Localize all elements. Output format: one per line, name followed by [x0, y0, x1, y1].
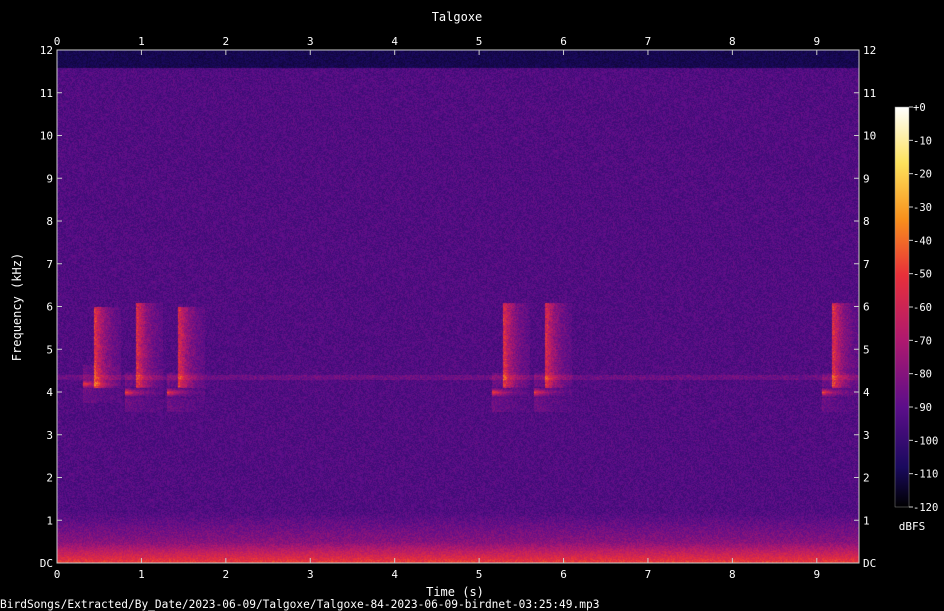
colorbar-tick-label: -110 — [913, 469, 938, 481]
y-tick-label-right: 4 — [863, 386, 870, 399]
colorbar-tick-label: -10 — [913, 135, 932, 147]
x-tick-label-top: 4 — [391, 35, 398, 48]
y-tick-label-left: 6 — [46, 301, 53, 314]
y-tick-label-left: 9 — [46, 172, 53, 185]
x-tick-label-bottom: 7 — [645, 568, 652, 581]
colorbar-tick-label: +0 — [913, 102, 926, 114]
y-tick-label-left: 12 — [40, 44, 53, 57]
colorbar-tick-label: -60 — [913, 302, 932, 314]
y-tick-label-left: 8 — [46, 215, 53, 228]
spectrogram-plot-area — [57, 50, 859, 563]
colorbar-tick-label: -30 — [913, 202, 932, 214]
file-path: BirdSongs/Extracted/By_Date/2023-06-09/T… — [0, 598, 599, 611]
x-tick-label-top: 9 — [813, 35, 820, 48]
y-tick-label-left: 4 — [46, 386, 53, 399]
x-axis-label: Time (s) — [426, 585, 484, 599]
y-tick-label-right: 3 — [863, 429, 870, 442]
x-tick-label-bottom: 8 — [729, 568, 736, 581]
colorbar-tick-label: -80 — [913, 369, 932, 381]
y-tick-label-right: 9 — [863, 172, 870, 185]
y-tick-label-right: 1 — [863, 514, 870, 527]
colorbar-label: dBFS — [899, 520, 926, 533]
y-tick-label-left: 11 — [40, 87, 53, 100]
y-tick-label-left: 7 — [46, 258, 53, 271]
chart-title: Talgoxe — [432, 10, 483, 24]
colorbar-tick-label: -120 — [913, 502, 938, 514]
x-tick-label-bottom: 5 — [476, 568, 483, 581]
y-tick-label-left: 10 — [40, 130, 53, 143]
colorbar-tick-label: -70 — [913, 335, 932, 347]
y-tick-label-right: 2 — [863, 472, 870, 485]
y-tick-label-right: 12 — [863, 44, 876, 57]
colorbar-tick-label: -40 — [913, 235, 932, 247]
y-tick-label-left: DC — [40, 557, 53, 570]
x-tick-label-top: 0 — [54, 35, 61, 48]
y-tick-label-right: 10 — [863, 130, 876, 143]
colorbar-tick-label: -90 — [913, 402, 932, 414]
spectrogram-figure: Talgoxe 00112233445566778899DC DC1 12 23 34 4… — [0, 0, 944, 611]
colorbar — [894, 106, 910, 508]
x-tick-label-bottom: 3 — [307, 568, 314, 581]
x-tick-label-top: 6 — [560, 35, 567, 48]
x-tick-label-top: 8 — [729, 35, 736, 48]
x-tick-label-bottom: 2 — [223, 568, 230, 581]
x-tick-label-bottom: 1 — [138, 568, 145, 581]
y-tick-label-right: DC — [863, 557, 876, 570]
x-tick-label-bottom: 0 — [54, 568, 61, 581]
x-tick-label-top: 2 — [223, 35, 230, 48]
colorbar-tick-label: -20 — [913, 169, 932, 181]
y-tick-label-left: 3 — [46, 429, 53, 442]
y-tick-label-right: 5 — [863, 343, 870, 356]
x-tick-label-bottom: 9 — [813, 568, 820, 581]
x-tick-label-top: 3 — [307, 35, 314, 48]
colorbar-tick-label: -100 — [913, 435, 938, 447]
x-tick-label-top: 1 — [138, 35, 145, 48]
x-tick-label-bottom: 4 — [391, 568, 398, 581]
y-tick-label-right: 11 — [863, 87, 876, 100]
colorbar-tick-label: -50 — [913, 269, 932, 281]
x-tick-label-bottom: 6 — [560, 568, 567, 581]
y-tick-label-left: 5 — [46, 343, 53, 356]
y-tick-label-left: 1 — [46, 514, 53, 527]
y-tick-label-right: 7 — [863, 258, 870, 271]
x-tick-label-top: 7 — [645, 35, 652, 48]
y-tick-label-right: 8 — [863, 215, 870, 228]
x-tick-label-top: 5 — [476, 35, 483, 48]
y-axis-label: Frequency (kHz) — [10, 253, 24, 361]
y-tick-label-right: 6 — [863, 301, 870, 314]
y-tick-label-left: 2 — [46, 472, 53, 485]
